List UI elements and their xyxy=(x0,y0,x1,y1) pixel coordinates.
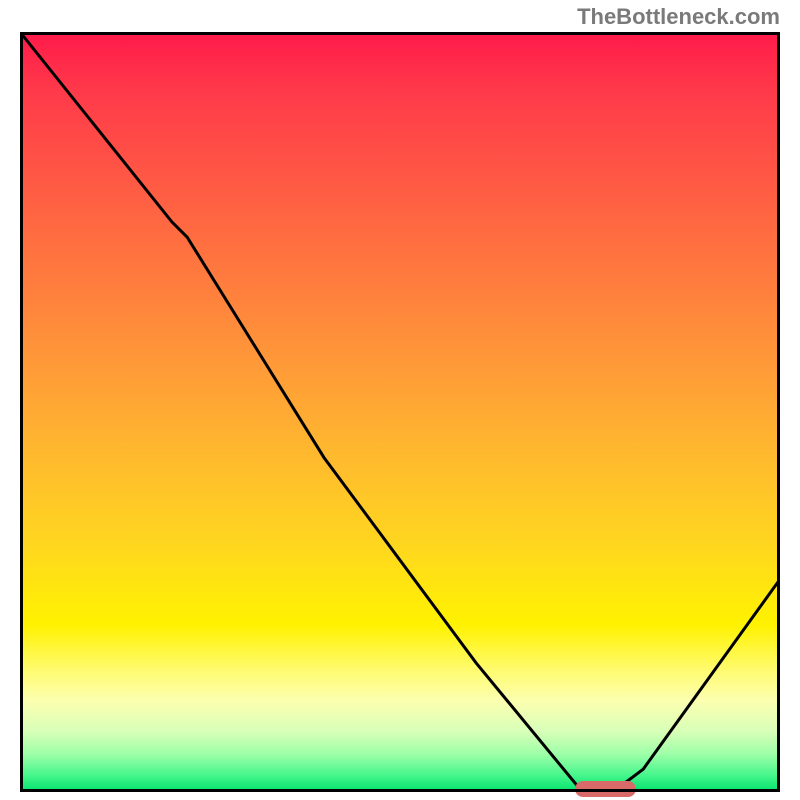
chart-curve-svg xyxy=(20,32,780,792)
bottleneck-chart xyxy=(20,32,780,792)
bottleneck-curve-path xyxy=(20,32,780,792)
optimal-range-marker xyxy=(575,781,636,797)
watermark-text: TheBottleneck.com xyxy=(577,4,780,30)
